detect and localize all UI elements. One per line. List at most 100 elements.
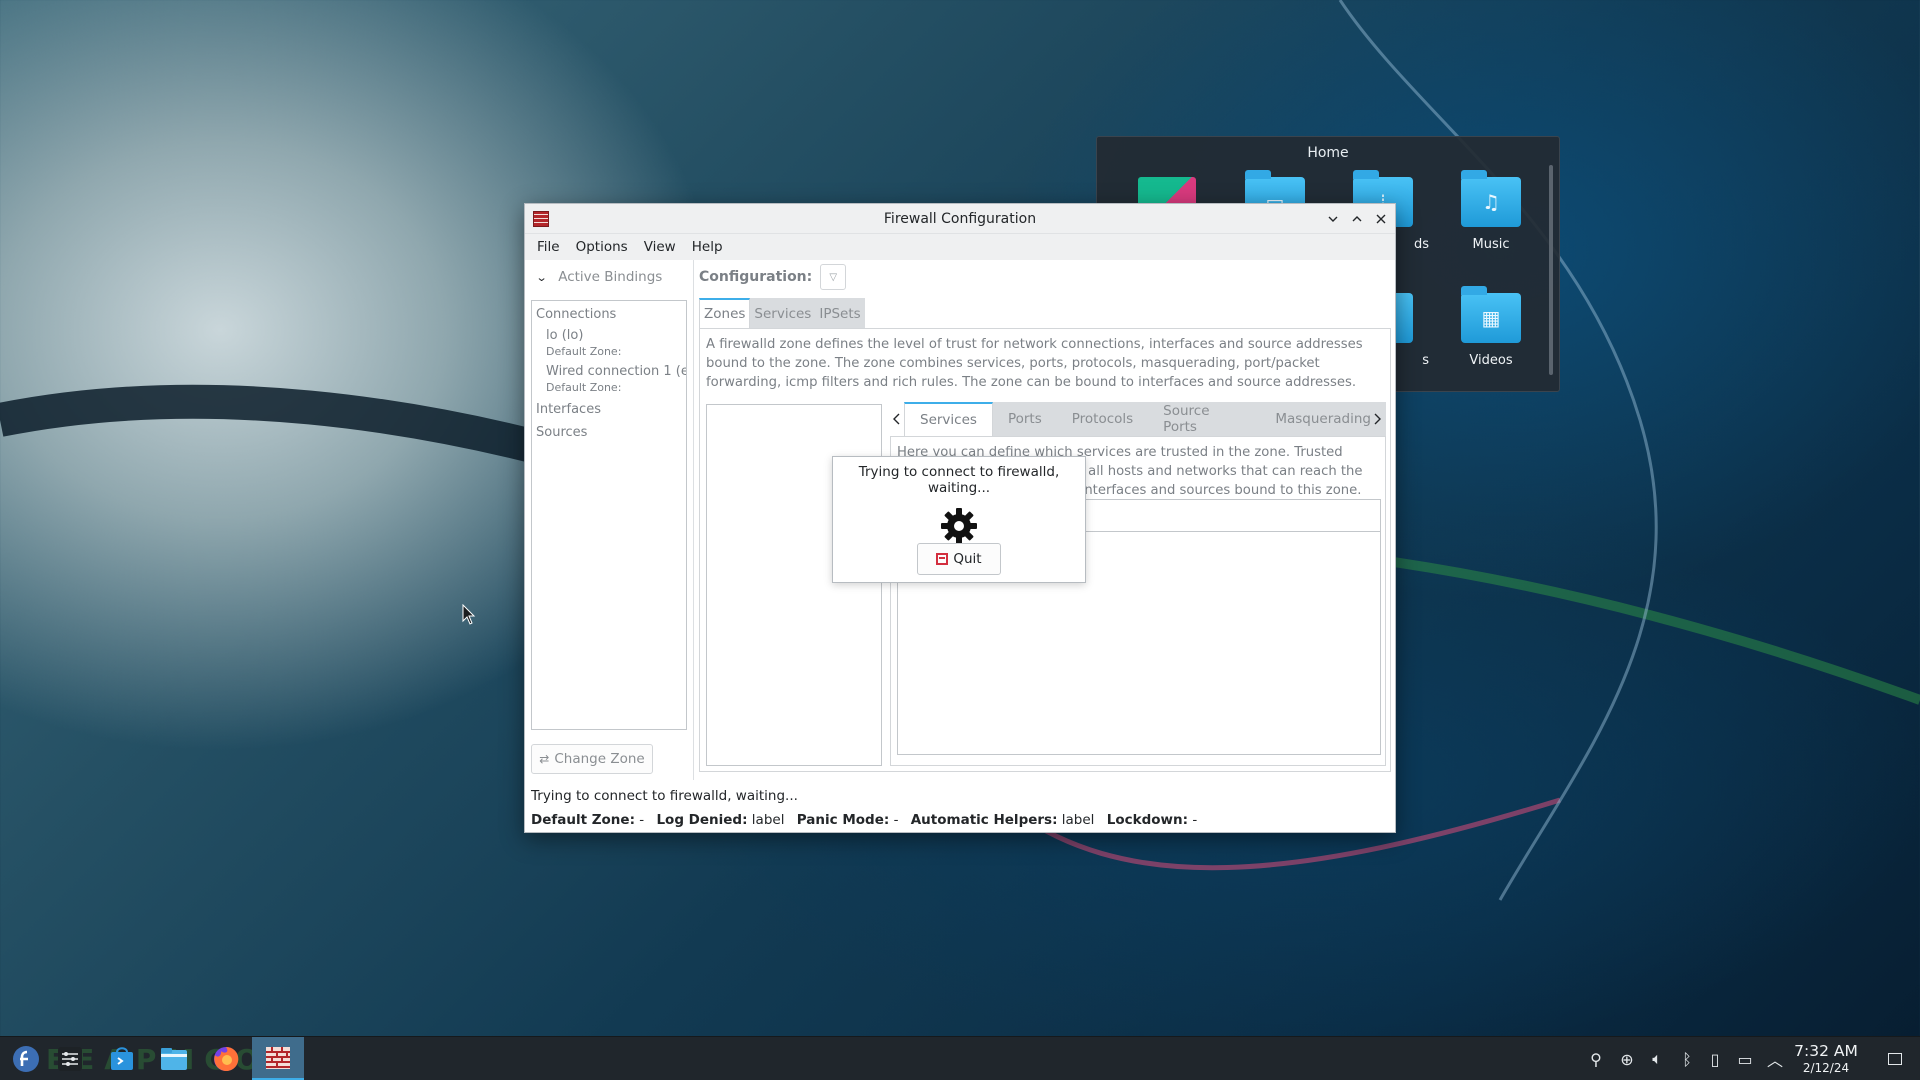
- configuration-select[interactable]: ▽: [820, 264, 847, 290]
- subtab-source-ports[interactable]: Source Ports: [1148, 402, 1260, 436]
- menu-file[interactable]: File: [529, 239, 568, 255]
- subtab-scroll-right[interactable]: [1370, 402, 1384, 436]
- connection-name: Wired connection 1 (en: [546, 364, 687, 379]
- connection-name: lo (lo): [546, 328, 584, 343]
- menu-help[interactable]: Help: [684, 239, 731, 255]
- panic-mode-label: Panic Mode:: [796, 812, 890, 828]
- lockdown-value: -: [1192, 812, 1198, 828]
- subtab-masquerading[interactable]: Masquerading: [1260, 402, 1386, 436]
- pane-divider[interactable]: [693, 260, 694, 780]
- taskbar-firewall[interactable]: [252, 1037, 304, 1080]
- home-scrollbar[interactable]: [1549, 165, 1553, 375]
- home-item-music[interactable]: ♫ Music: [1441, 170, 1541, 252]
- network-icon: ⚲: [1590, 1049, 1602, 1069]
- tab-services[interactable]: Services: [750, 298, 816, 328]
- subtab-services[interactable]: Services: [904, 402, 993, 436]
- subtab-scroll-left[interactable]: [890, 402, 904, 436]
- configuration-label: Configuration:: [699, 269, 813, 285]
- waiting-dialog: Trying to connect to firewalld, waiting.…: [832, 456, 1086, 583]
- mouse-cursor-icon: [462, 604, 476, 625]
- default-zone-label: Default Zone:: [531, 812, 635, 828]
- tray-display[interactable]: ▭: [1730, 1037, 1760, 1080]
- binding-connection-lo[interactable]: lo (lo) Default Zone:: [536, 328, 682, 358]
- home-item-label: Videos: [1469, 353, 1513, 368]
- bindings-sources-label: Sources: [536, 425, 588, 440]
- clock-time: 7:32 AM: [1794, 1042, 1858, 1060]
- close-icon: [1376, 214, 1386, 224]
- tray-removable[interactable]: ▯: [1700, 1037, 1730, 1080]
- taskbar-discover[interactable]: [96, 1037, 148, 1080]
- main-tabs: Zones Services IPSets: [699, 298, 1391, 328]
- chevron-down-icon: ▽: [829, 271, 838, 283]
- swap-icon: ⇄: [539, 752, 550, 766]
- taskbar-firefox[interactable]: [200, 1037, 252, 1080]
- digital-clock[interactable]: 7:32 AM 2/12/24: [1786, 1042, 1866, 1075]
- updates-icon: ⊕: [1620, 1049, 1634, 1069]
- quit-button[interactable]: Quit: [917, 543, 1001, 575]
- show-desktop-button[interactable]: [1880, 1037, 1910, 1080]
- binding-connection-wired[interactable]: Wired connection 1 (en Default Zone:: [536, 364, 687, 394]
- show-desktop-icon: [1888, 1053, 1902, 1065]
- taskbar-file-manager[interactable]: [148, 1037, 200, 1080]
- fedora-launcher-icon: [13, 1046, 39, 1072]
- bindings-interfaces-label: Interfaces: [536, 402, 601, 417]
- tray-volume[interactable]: 🔈︎: [1642, 1037, 1672, 1080]
- subtab-ports[interactable]: Ports: [993, 402, 1057, 436]
- change-zone-label: Change Zone: [554, 751, 645, 767]
- taskbar: EEAPMCOM: [0, 1036, 1920, 1080]
- tab-ipsets[interactable]: IPSets: [815, 298, 865, 328]
- file-manager-icon: [161, 1048, 187, 1070]
- bindings-connections-label: Connections: [536, 307, 617, 322]
- window-titlebar[interactable]: Firewall Configuration: [525, 204, 1395, 234]
- folder-music-icon: ♫: [1461, 170, 1521, 227]
- bindings-list[interactable]: Connections lo (lo) Default Zone: Wired …: [531, 300, 687, 730]
- clock-date: 2/12/24: [1802, 1061, 1850, 1075]
- close-button[interactable]: [1371, 209, 1391, 229]
- zone-description: A firewalld zone defines the level of tr…: [706, 337, 1363, 390]
- settings-icon: [58, 1047, 82, 1071]
- chevron-down-icon: ⌄: [535, 270, 548, 284]
- firefox-icon: [214, 1046, 239, 1071]
- tray-bluetooth[interactable]: ᛒ: [1672, 1037, 1702, 1080]
- bluetooth-icon: ᛒ: [1682, 1049, 1692, 1069]
- quit-label: Quit: [953, 551, 982, 567]
- zone-subtabs: Services Ports Protocols Source Ports Ma…: [904, 402, 1386, 436]
- maximize-button[interactable]: [1347, 209, 1367, 229]
- home-item-label: Music: [1472, 237, 1510, 252]
- quit-icon: [936, 553, 949, 565]
- tray-network[interactable]: ⚲: [1581, 1037, 1611, 1080]
- window-title: Firewall Configuration: [883, 211, 1037, 227]
- tray-expand-icon: ︿: [1766, 1051, 1783, 1070]
- tray-updates[interactable]: ⊕: [1612, 1037, 1642, 1080]
- removable-device-icon: ▯: [1710, 1049, 1720, 1069]
- chevron-up-icon: [1352, 216, 1362, 222]
- folder-videos-icon: ▦: [1461, 286, 1521, 343]
- display-icon: ▭: [1737, 1049, 1753, 1069]
- default-zone-value: -: [639, 812, 645, 828]
- configuration-row: Configuration: ▽: [699, 260, 1391, 294]
- log-denied-value: label: [751, 812, 785, 828]
- connection-zone: Default Zone:: [546, 345, 622, 358]
- tab-zones[interactable]: Zones: [699, 298, 751, 328]
- menu-view[interactable]: View: [636, 239, 684, 255]
- waiting-message: Trying to connect to firewalld, waiting.…: [858, 464, 1060, 496]
- menu-bar: File Options View Help: [525, 234, 1395, 260]
- home-item-videos[interactable]: ▦ Videos: [1441, 286, 1541, 368]
- panic-mode-value: -: [893, 812, 899, 828]
- change-zone-button[interactable]: ⇄ Change Zone: [531, 744, 653, 774]
- chevron-left-icon: [893, 413, 900, 425]
- menu-options[interactable]: Options: [568, 239, 636, 255]
- active-bindings-label: Active Bindings: [558, 269, 663, 285]
- active-bindings-pane: ⌄ Active Bindings Connections lo (lo) De…: [531, 260, 687, 780]
- active-bindings-toggle[interactable]: ⌄ Active Bindings: [531, 260, 687, 294]
- taskbar-settings[interactable]: [44, 1037, 96, 1080]
- discover-store-icon: [111, 1047, 133, 1070]
- connection-zone: Default Zone:: [546, 381, 622, 394]
- log-denied-label: Log Denied:: [656, 812, 748, 828]
- minimize-button[interactable]: [1323, 209, 1343, 229]
- automatic-helpers-value: label: [1061, 812, 1095, 828]
- status-info-bar: Default Zone: - Log Denied: label Panic …: [531, 812, 1197, 828]
- lockdown-label: Lockdown:: [1106, 812, 1189, 828]
- subtab-protocols[interactable]: Protocols: [1057, 402, 1148, 436]
- status-text: Trying to connect to firewalld, waiting.…: [531, 788, 798, 804]
